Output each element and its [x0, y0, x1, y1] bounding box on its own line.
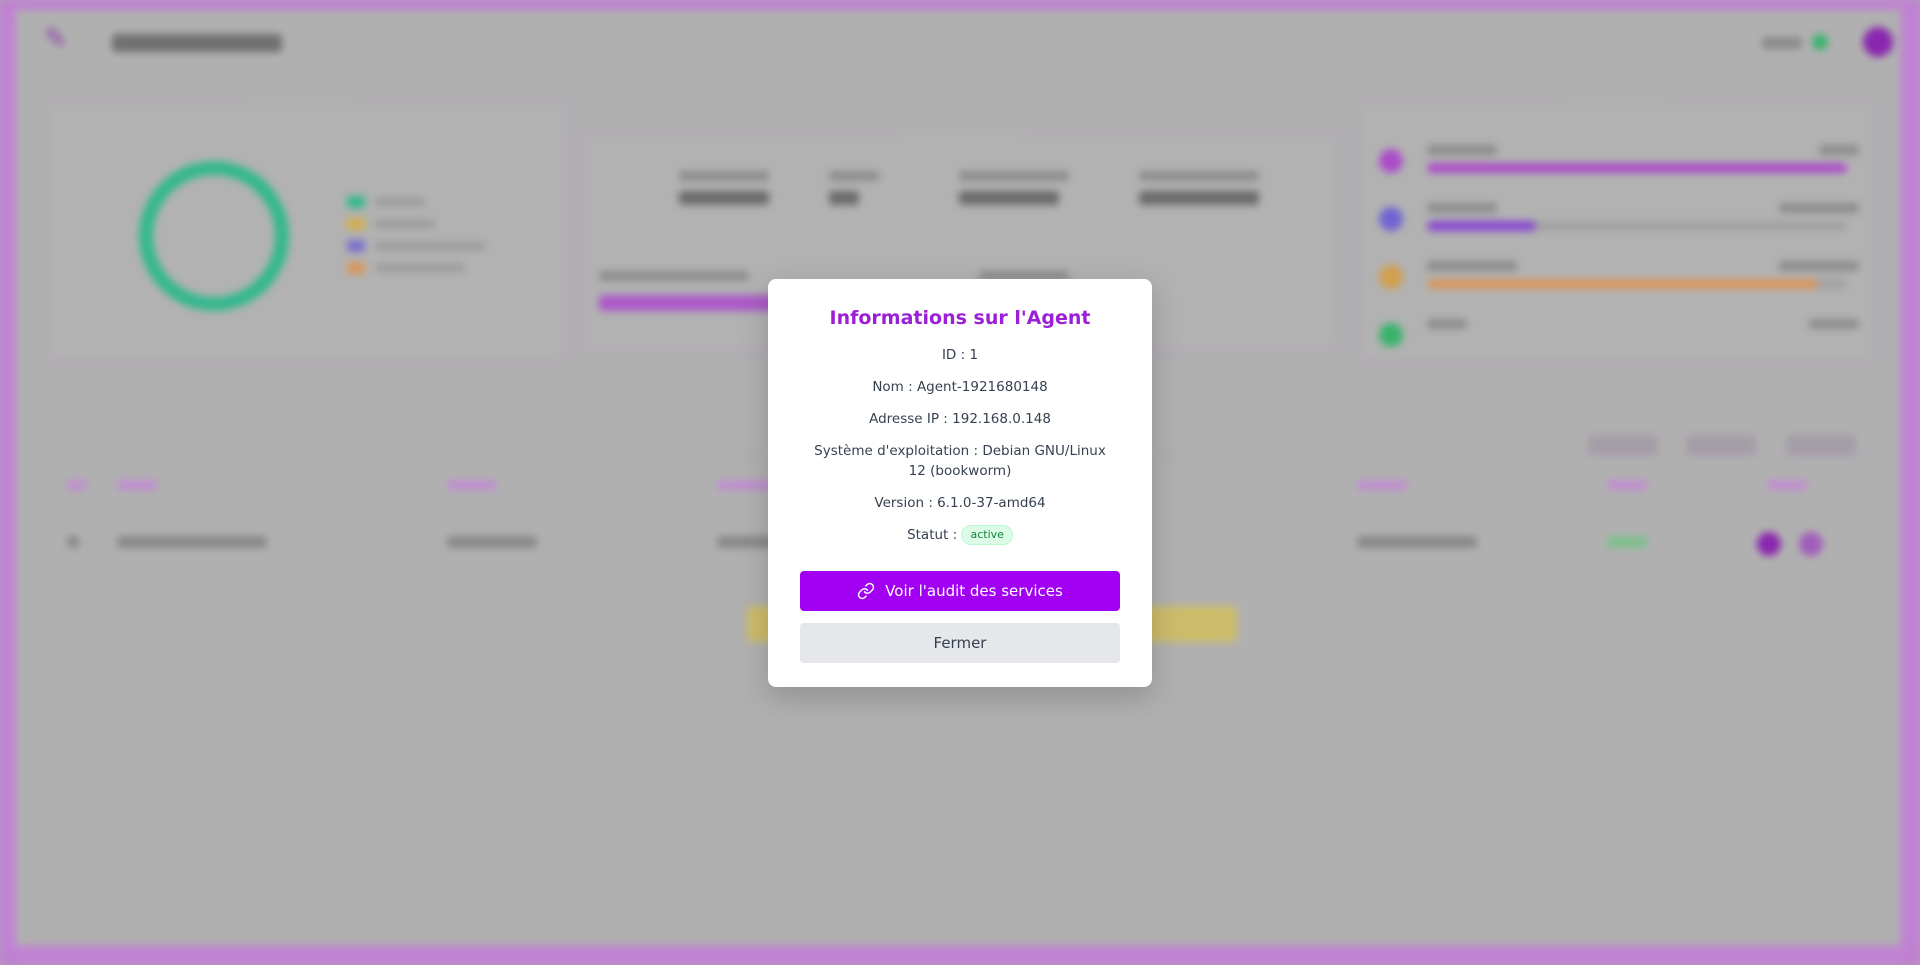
agent-info-list: ID : 1 Nom : Agent-1921680148 Adresse IP…: [768, 345, 1152, 545]
view-service-audit-label: Voir l'audit des services: [885, 582, 1063, 600]
agent-status: Statut : active: [810, 525, 1110, 545]
agent-id: ID : 1: [941, 347, 979, 363]
agent-os: Système d'exploitation : Debian GNU/Linu…: [814, 443, 1106, 479]
status-label: Statut :: [907, 527, 958, 543]
agent-name: Nom : Agent-1921680148: [872, 379, 1048, 395]
agent-ip: Adresse IP : 192.168.0.148: [869, 411, 1051, 427]
link-icon: [858, 582, 875, 600]
view-service-audit-button[interactable]: Voir l'audit des services: [800, 571, 1120, 611]
status-badge: active: [961, 525, 1013, 545]
modal-title: Informations sur l'Agent: [829, 307, 1091, 329]
agent-info-modal: Informations sur l'Agent ID : 1 Nom : Ag…: [768, 279, 1152, 687]
agent-version: Version : 6.1.0-37-amd64: [874, 495, 1046, 511]
close-button[interactable]: Fermer: [800, 623, 1120, 663]
